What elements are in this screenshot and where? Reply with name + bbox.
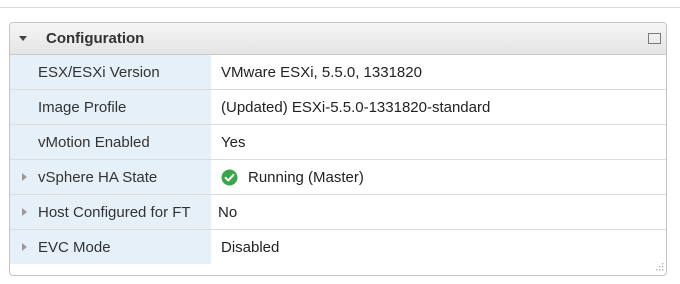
property-value-cell: Running (Master) [211,160,666,194]
property-label-cell: vMotion Enabled [10,125,211,159]
property-label: Host Configured for FT [38,204,191,221]
property-value-cell: VMware ESXi, 5.5.0, 1331820 [211,55,666,89]
maximize-icon[interactable] [648,33,662,45]
configuration-portlet: Configuration ESX/ESXi Version VMware ES… [9,22,667,276]
expand-arrow-icon[interactable] [21,242,29,252]
property-row-evc-mode[interactable]: EVC Mode Disabled [10,230,666,264]
property-value-cell: (Updated) ESXi-5.5.0-1331820-standard [211,90,666,124]
property-label: vSphere HA State [38,169,158,186]
property-label-cell: Image Profile [10,90,211,124]
portlet-header: Configuration [10,23,666,55]
property-value-cell: No [211,195,666,229]
property-label: Image Profile [38,99,127,116]
expand-arrow-icon[interactable] [21,207,29,217]
property-label: EVC Mode [38,239,111,256]
portlet-title: Configuration [46,30,145,47]
resize-grip-icon[interactable] [652,261,664,273]
property-row-esxi-version: ESX/ESXi Version VMware ESXi, 5.5.0, 133… [10,55,666,90]
property-value-cell: Yes [211,125,666,159]
check-circle-icon [221,169,238,186]
property-label-cell: EVC Mode [10,230,211,264]
property-row-ha-state[interactable]: vSphere HA State Running (Master) [10,160,666,195]
property-row-image-profile: Image Profile (Updated) ESXi-5.5.0-13318… [10,90,666,125]
property-row-host-configured-ft[interactable]: Host Configured for FT No [10,195,666,230]
collapse-toggle-icon[interactable] [16,31,30,45]
property-value: Yes [221,134,246,151]
property-value: Disabled [221,239,280,256]
property-value: Running (Master) [248,169,364,186]
top-divider [0,7,680,8]
property-grid: ESX/ESXi Version VMware ESXi, 5.5.0, 133… [10,55,666,264]
property-value: No [218,204,238,221]
property-label-cell: Host Configured for FT [10,195,211,229]
property-value-cell: Disabled [211,230,666,264]
property-label: vMotion Enabled [38,134,150,151]
property-value: VMware ESXi, 5.5.0, 1331820 [221,64,422,81]
property-value: (Updated) ESXi-5.5.0-1331820-standard [221,99,491,116]
expand-arrow-icon[interactable] [21,172,29,182]
property-label-cell: vSphere HA State [10,160,211,194]
property-label-cell: ESX/ESXi Version [10,55,211,89]
property-label: ESX/ESXi Version [38,64,160,81]
property-row-vmotion-enabled: vMotion Enabled Yes [10,125,666,160]
